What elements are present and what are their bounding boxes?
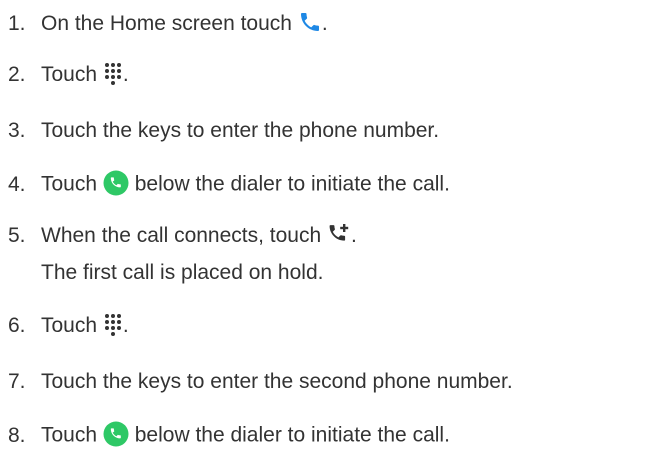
step-text: Touch xyxy=(41,423,98,447)
step-8: 8. Touch below the dialer to initiate the… xyxy=(8,421,450,449)
step-number: 4. xyxy=(8,172,26,196)
step-2: 2. Touch . xyxy=(8,63,129,87)
step-number: 5. xyxy=(8,224,26,247)
step-text-end: . xyxy=(122,63,129,86)
step-6: 6. Touch . xyxy=(8,314,129,338)
step-number: 8. xyxy=(8,423,26,447)
step-text-end: below the dialer to initiate the call. xyxy=(134,172,450,196)
step-text-end: . xyxy=(351,224,357,247)
step-text: Touch the keys to enter the second phone… xyxy=(41,370,513,393)
step-text-end: . xyxy=(122,314,129,337)
step-text: Touch xyxy=(41,172,98,196)
step-text: When the call connects, touch xyxy=(41,224,322,247)
step-text: Touch xyxy=(41,314,98,337)
step-text: Touch the keys to enter the phone number… xyxy=(41,119,440,142)
step-1: 1. On the Home screen touch . xyxy=(8,12,328,36)
step-number: 3. xyxy=(8,119,26,142)
add-call-icon xyxy=(327,222,351,246)
step-5-note: The first call is placed on hold. xyxy=(41,261,324,284)
step-7: 7. Touch the keys to enter the second pho… xyxy=(8,370,513,394)
step-text-end: . xyxy=(321,12,328,35)
dialpad-icon xyxy=(103,312,123,337)
step-text-end: below the dialer to initiate the call. xyxy=(134,423,450,447)
step-number: 7. xyxy=(8,370,26,393)
green-call-button-icon xyxy=(103,421,129,447)
step-4: 4. Touch below the dialer to initiate the… xyxy=(8,170,450,198)
phone-icon xyxy=(298,10,322,34)
step-5: 5. When the call connects, touch . xyxy=(8,224,357,248)
green-call-button-icon xyxy=(103,170,129,196)
step-number: 1. xyxy=(8,12,26,35)
step-number: 2. xyxy=(8,63,26,86)
step-text: On the Home screen touch xyxy=(41,12,292,35)
step-text: Touch xyxy=(41,63,98,86)
dialpad-icon xyxy=(103,61,123,86)
step-number: 6. xyxy=(8,314,26,337)
step-3: 3. Touch the keys to enter the phone numb… xyxy=(8,119,439,143)
